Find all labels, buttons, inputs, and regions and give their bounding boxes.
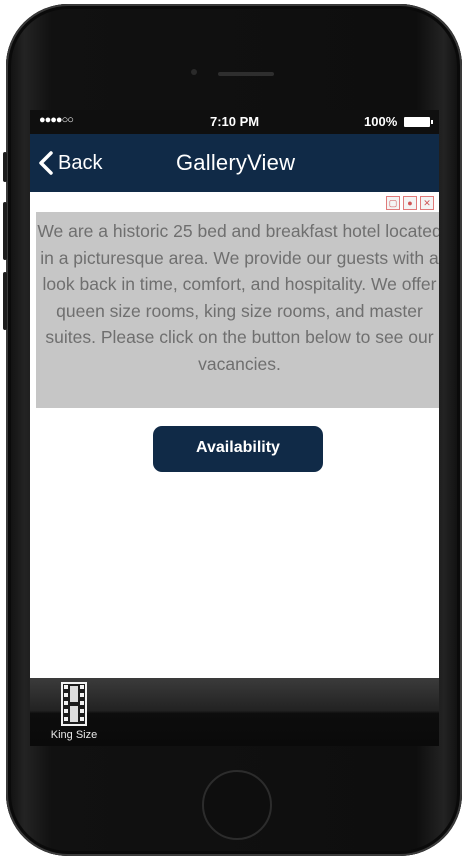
screen: ●●●●○○ 7:10 PM 100% Back GalleryView ▢ ●… (30, 110, 439, 746)
status-bar: ●●●●○○ 7:10 PM 100% (30, 110, 439, 134)
tab-label: King Size (50, 729, 98, 741)
back-label: Back (58, 151, 103, 174)
ad-banner[interactable]: We are a historic 25 bed and breakfast h… (36, 212, 439, 408)
earpiece-speaker (218, 72, 274, 76)
tab-bar: King Size (30, 678, 439, 746)
volume-up-button (3, 202, 7, 260)
navigation-bar: Back GalleryView (30, 134, 439, 192)
tab-king-size[interactable]: King Size (38, 680, 110, 744)
back-button[interactable]: Back (36, 150, 102, 176)
ad-controls: ▢ ● ✕ (386, 196, 434, 210)
mute-switch (3, 152, 7, 182)
status-time: 7:10 PM (210, 114, 260, 129)
front-camera (191, 69, 197, 75)
ad-banner-text: We are a historic 25 bed and breakfast h… (37, 221, 439, 374)
ad-info-icon[interactable]: ● (403, 196, 417, 210)
home-button[interactable] (202, 770, 272, 840)
battery-icon (404, 117, 433, 127)
page-title: GalleryView (176, 150, 296, 175)
ad-close-icon[interactable]: ✕ (420, 196, 434, 210)
volume-down-button (3, 272, 7, 330)
film-icon (61, 682, 87, 726)
availability-button[interactable]: Availability (153, 426, 323, 472)
ad-maximize-icon[interactable]: ▢ (386, 196, 400, 210)
battery-percentage: 100% (364, 114, 398, 129)
signal-strength: ●●●●○○ (39, 114, 74, 126)
chevron-left-icon (39, 151, 53, 175)
